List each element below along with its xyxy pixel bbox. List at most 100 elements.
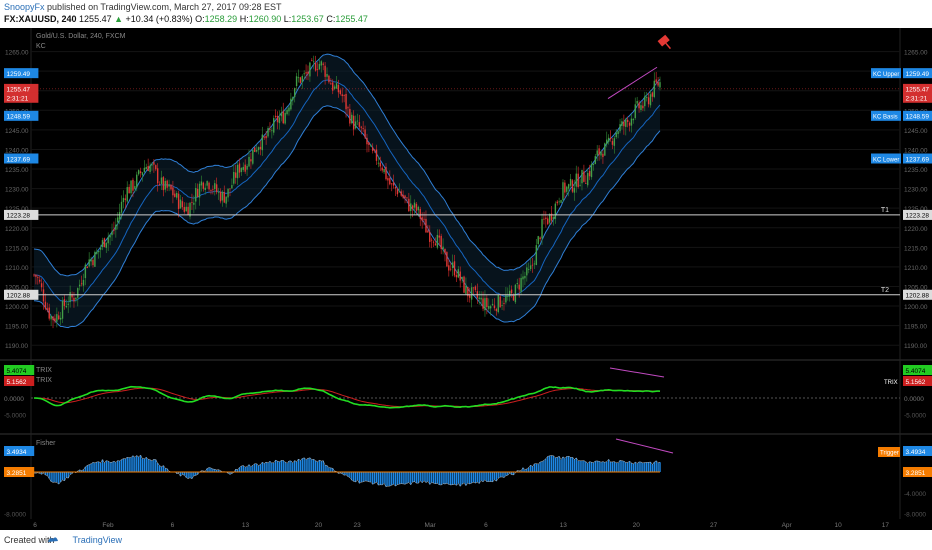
candle-body (61, 300, 64, 319)
y-tick-label-right: 1230.00 (904, 187, 928, 194)
author-link[interactable]: SnoopyFx (4, 2, 45, 12)
candle-body (299, 77, 302, 83)
candle-body (507, 295, 509, 297)
candle-body (292, 97, 294, 101)
y-tick-label-left: 1200.00 (5, 304, 29, 311)
band-label-text: KC Upper (873, 72, 899, 78)
candle-body (124, 198, 127, 200)
candle-body (153, 162, 155, 165)
candle-body (430, 239, 433, 241)
candle-body (366, 137, 368, 145)
candle-body (573, 187, 576, 193)
candle-body (259, 146, 262, 150)
candle-body (54, 318, 56, 322)
candle-body (120, 201, 123, 213)
high-label: H: (239, 14, 249, 24)
candle-body (586, 173, 589, 186)
candle-body (590, 164, 593, 178)
candle-body (35, 274, 37, 277)
candle-body (337, 84, 340, 93)
candle-body (168, 184, 170, 187)
candle-body (480, 297, 482, 300)
publish-line: SnoopyFx published on TradingView.com, M… (4, 2, 282, 12)
candle-body (419, 209, 421, 219)
chart-canvas[interactable]: 1265.001265.001260.001260.001255.001255.… (0, 28, 932, 530)
candle-body (501, 305, 503, 306)
candle-body (330, 83, 332, 85)
candle-body (547, 218, 549, 225)
band-label: KC Lower (871, 153, 901, 164)
candle-body (423, 218, 425, 220)
chart-title: Gold/U.S. Dollar, 240, FXCM (36, 33, 126, 40)
candle-body (533, 263, 536, 265)
candle-body (659, 82, 661, 88)
candle-body (328, 75, 330, 83)
candle-body (626, 119, 629, 123)
candle-body (371, 147, 374, 151)
y-tick-label-right: 1195.00 (904, 324, 927, 331)
tradingview-brand[interactable]: TradingView (73, 535, 123, 545)
price-tag-left: 1223.28 (4, 209, 39, 220)
candle-body (484, 298, 486, 311)
last-price: 1255.47 (79, 14, 112, 24)
candle-body (636, 100, 638, 104)
candle-body (50, 315, 52, 320)
candle-body (560, 200, 562, 203)
candle-body (191, 201, 193, 203)
candle-body (288, 107, 290, 112)
candle-body (257, 147, 260, 151)
candle-body (596, 150, 598, 156)
candle-body (391, 183, 393, 185)
fisher-value-right-text: 3.4934 (906, 449, 926, 456)
candle-body (411, 205, 414, 210)
candle-body (389, 178, 391, 185)
fisher-tick-right: -8.0000 (904, 512, 926, 519)
candle-body (164, 180, 166, 190)
x-tick-label: 6 (33, 522, 37, 529)
x-tick-label: 6 (484, 522, 488, 529)
candle-body (69, 292, 71, 303)
y-tick-label-right: 1190.00 (904, 343, 927, 350)
candle-body (489, 306, 492, 309)
trix-signal-left: 5.1562 (4, 376, 35, 386)
candle-body (486, 297, 488, 308)
y-tick-label-right: 1240.00 (904, 147, 928, 154)
candle-body (118, 212, 121, 220)
candle-body (202, 182, 205, 189)
candle-body (432, 241, 435, 243)
candle-body (368, 142, 370, 145)
candle-body (410, 203, 412, 212)
candle-body (607, 137, 610, 142)
footer: Created with TradingView (0, 530, 932, 550)
candle-body (212, 189, 214, 191)
candle-body (223, 192, 225, 203)
candle-body (238, 163, 241, 173)
price-tag-left: 2:31:21 (4, 92, 39, 103)
candle-body (99, 247, 102, 250)
candle-body (598, 148, 600, 155)
candle-body (333, 86, 336, 89)
candle-body (200, 181, 203, 186)
candle-body (242, 166, 245, 170)
y-tick-label-left: 1195.00 (5, 324, 28, 331)
candle-body (46, 308, 49, 310)
y-tick-label-right: 1215.00 (904, 245, 928, 252)
trix-signal-right-text: 5.1562 (906, 379, 926, 386)
candle-body (240, 167, 243, 173)
candle-body (208, 182, 210, 190)
y-tick-label-left: 1220.00 (5, 226, 29, 233)
candle-body (585, 183, 587, 184)
candle-body (478, 297, 480, 300)
candle-body (56, 314, 58, 322)
candle-body (280, 112, 283, 117)
candle-body (398, 191, 401, 193)
candle-body (594, 156, 597, 165)
candle-body (529, 265, 532, 269)
candle-body (524, 275, 526, 279)
candle-body (40, 283, 43, 288)
candle-body (472, 287, 475, 289)
price-tag-left-text: 1248.59 (7, 114, 31, 121)
candle-body (522, 276, 524, 280)
candle-body (583, 171, 585, 182)
candle-body (101, 240, 104, 248)
